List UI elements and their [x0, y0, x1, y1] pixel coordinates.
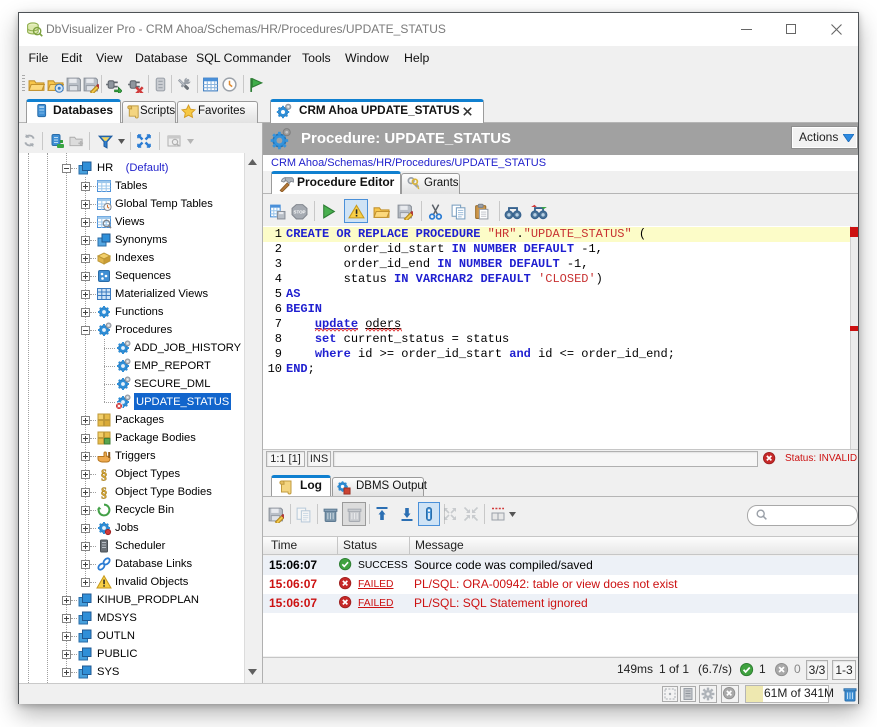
svg-text:§: § — [101, 486, 108, 500]
svg-text:§: § — [101, 468, 108, 482]
svg-text:STOP: STOP — [293, 210, 305, 215]
